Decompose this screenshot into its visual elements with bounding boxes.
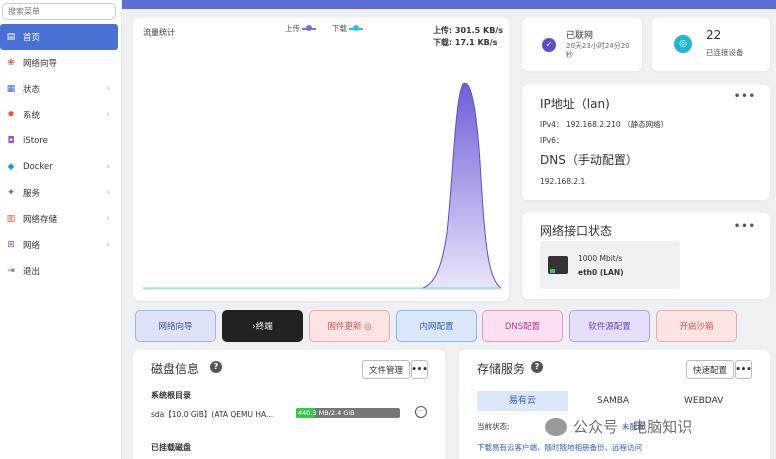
check-icon: ✓ bbox=[542, 38, 556, 52]
devices-label: 已连接设备 bbox=[706, 48, 744, 57]
disk-card: 磁盘信息 ? 文件管理 ••• 系统根目录 sda【10.0 GiB】(ATA … bbox=[133, 350, 445, 459]
firmware-update-button[interactable]: 固件更新 ◎ bbox=[309, 310, 390, 342]
upload-area bbox=[423, 83, 501, 289]
storage-title: 存储服务 bbox=[477, 362, 526, 376]
ipv6-value: IPv6： bbox=[540, 136, 564, 145]
terminal-button[interactable]: ›终端 bbox=[222, 310, 303, 342]
chevron-right-icon: › bbox=[106, 84, 110, 94]
chevron-right-icon: › bbox=[106, 110, 110, 120]
state-label: 当前状态: bbox=[477, 422, 510, 431]
network-status-card: ✓ 已联网 20天23小时24分20秒 bbox=[522, 18, 642, 71]
gear-icon: ✹ bbox=[7, 110, 15, 120]
help-icon[interactable]: ? bbox=[531, 361, 543, 373]
disk-options-icon[interactable]: ··· bbox=[415, 406, 427, 418]
devices-card: ◎ 22 已连接设备 bbox=[652, 18, 770, 71]
interface-title: 网络接口状态 bbox=[540, 224, 613, 238]
quick-config-button[interactable]: 快速配置 bbox=[686, 360, 734, 379]
disk-name: sda【10.0 GiB】(ATA QEMU HA... bbox=[151, 410, 274, 419]
sidebar-item-label: 服务 bbox=[23, 189, 41, 199]
traffic-card: 流量统计 上传 下载 上传: 301.5 KB/s 下载: 17.1 KB/s bbox=[133, 18, 509, 301]
logout-icon: ⇥ bbox=[7, 266, 15, 276]
connection-status: 已联网 bbox=[566, 31, 594, 41]
disk-usage-bar: 440.3 MB/2.4 GiB bbox=[296, 408, 400, 418]
sidebar-item-nas[interactable]: ▥ 网络存储 › bbox=[0, 206, 122, 232]
top-bar bbox=[122, 0, 776, 9]
more-button[interactable]: ••• bbox=[411, 360, 428, 379]
sidebar-item-label: 网络 bbox=[23, 241, 41, 251]
sidebar-item-label: 系统 bbox=[23, 111, 41, 121]
storage-icon: ▥ bbox=[6, 214, 16, 224]
sidebar-item-network[interactable]: ⊞ 网络 › bbox=[0, 232, 122, 258]
software-source-button[interactable]: 软件源配置 bbox=[569, 310, 650, 342]
root-title: 系统根目录 bbox=[151, 391, 191, 400]
storage-tabs: 易有云 SAMBA WEBDAV bbox=[477, 391, 749, 411]
watermark-text: 公众号 · 电脑知识 bbox=[573, 418, 693, 436]
disk-usage-text: 440.3 MB/2.4 GiB bbox=[298, 409, 355, 417]
tab-webdav[interactable]: WEBDAV bbox=[658, 391, 749, 411]
help-icon[interactable]: ? bbox=[210, 361, 222, 373]
sidebar-item-istore[interactable]: ◘ iStore bbox=[0, 128, 122, 154]
chevron-right-icon: › bbox=[106, 188, 110, 198]
sidebar-item-status[interactable]: ▦ 状态 › bbox=[0, 76, 122, 102]
sidebar-item-home[interactable]: ▤ 首页 bbox=[0, 24, 118, 50]
wechat-icon bbox=[545, 417, 567, 436]
ip-card: IP地址（lan) ••• IPv4： 192.168.2.210 （静态网络）… bbox=[522, 85, 770, 200]
disk-title: 磁盘信息 bbox=[151, 362, 200, 376]
uptime: 20天23小时24分20秒 bbox=[566, 42, 630, 59]
more-icon[interactable]: ••• bbox=[734, 91, 756, 102]
sidebar-item-services[interactable]: ✦ 服务 › bbox=[0, 180, 122, 206]
more-button[interactable]: ••• bbox=[735, 360, 752, 379]
dns-value: 192.168.2.1 bbox=[540, 177, 586, 186]
sidebar-item-label: 网络向导 bbox=[23, 59, 58, 69]
sandbox-button[interactable]: 开启沙箱 bbox=[656, 310, 737, 342]
store-icon: ◘ bbox=[7, 136, 15, 146]
ipv4-value: IPv4： 192.168.2.210 （静态网络） bbox=[540, 120, 669, 129]
sidebar-item-docker[interactable]: ◆ Docker › bbox=[0, 154, 122, 180]
interface-speed: 1000 Mbit/s bbox=[578, 254, 623, 263]
mounted-title: 已挂载磁盘 bbox=[151, 443, 191, 452]
download-client-link[interactable]: 下载易有云客户端，随时随地相册备份、远程访问 bbox=[477, 442, 642, 453]
sidebar-item-system[interactable]: ✹ 系统 › bbox=[0, 102, 122, 128]
service-icon: ✦ bbox=[7, 188, 15, 198]
interface-name: eth0 (LAN) bbox=[578, 268, 624, 277]
interface-tile[interactable]: 1000 Mbit/s eth0 (LAN) bbox=[540, 241, 680, 289]
sidebar: ▤ 首页 ❀ 网络向导 ▦ 状态 › ✹ 系统 › ◘ iStore ◆ Docker › ✦ 服务… bbox=[0, 0, 122, 459]
sidebar-item-label: 首页 bbox=[23, 33, 41, 43]
chevron-right-icon: › bbox=[106, 162, 110, 172]
sidebar-item-label: Docker bbox=[23, 162, 53, 172]
watermark: 公众号 · 电脑知识 bbox=[545, 416, 692, 437]
sidebar-item-wizard[interactable]: ❀ 网络向导 bbox=[0, 50, 122, 76]
status-icon: ▦ bbox=[6, 84, 16, 94]
chevron-right-icon: › bbox=[106, 214, 110, 224]
sidebar-item-label: 网络存储 bbox=[23, 215, 58, 225]
tab-samba[interactable]: SAMBA bbox=[568, 391, 659, 411]
docker-icon: ◆ bbox=[7, 162, 15, 172]
sidebar-item-label: iStore bbox=[23, 136, 48, 146]
ip-title: IP地址（lan) bbox=[540, 97, 610, 111]
lan-config-button[interactable]: 内网配置 bbox=[396, 310, 477, 342]
dns-config-button[interactable]: DNS配置 bbox=[482, 310, 563, 342]
chevron-right-icon: › bbox=[106, 240, 110, 250]
sidebar-item-logout[interactable]: ⇥ 退出 bbox=[0, 258, 122, 284]
more-icon[interactable]: ••• bbox=[734, 221, 756, 232]
dns-title: DNS（手动配置） bbox=[540, 153, 638, 167]
sidebar-item-label: 退出 bbox=[23, 267, 41, 277]
network-wizard-button[interactable]: 网络向导 bbox=[135, 310, 216, 342]
home-icon: ▤ bbox=[6, 32, 16, 42]
interface-card: 网络接口状态 ••• 1000 Mbit/s eth0 (LAN) bbox=[522, 213, 770, 299]
wizard-icon: ❀ bbox=[7, 58, 15, 68]
devices-icon: ◎ bbox=[674, 35, 692, 53]
sidebar-item-label: 状态 bbox=[23, 85, 41, 95]
tab-yiyouyun[interactable]: 易有云 bbox=[477, 391, 568, 411]
traffic-chart bbox=[143, 82, 502, 290]
search-input[interactable] bbox=[2, 3, 116, 20]
sidebar-menu: ▤ 首页 ❀ 网络向导 ▦ 状态 › ✹ 系统 › ◘ iStore ◆ Docker › ✦ 服务… bbox=[0, 24, 122, 284]
file-manager-button[interactable]: 文件管理 bbox=[362, 360, 410, 379]
network-icon: ⊞ bbox=[7, 240, 15, 250]
ethernet-port-icon bbox=[548, 256, 568, 274]
devices-count: 22 bbox=[706, 28, 722, 42]
